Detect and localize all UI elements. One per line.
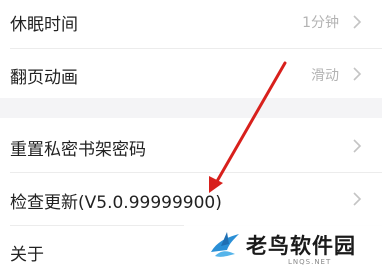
watermark: 老鸟软件园 LNQS.NET xyxy=(184,222,382,274)
page-flip-animation-label: 翻页动画 xyxy=(10,68,78,88)
page-flip-animation-row[interactable]: 翻页动画 滑动 xyxy=(0,50,382,96)
check-update-label: 检查更新(V5.0.99999900) xyxy=(10,193,222,213)
settings-screen: 休眠时间 1分钟 翻页动画 滑动 重置私密书架密码 检查更新(V5.0.9999… xyxy=(0,0,382,274)
watermark-url: LNQS.NET xyxy=(288,258,332,266)
chevron-right-icon xyxy=(350,66,364,82)
section-gap xyxy=(0,98,382,118)
sleep-time-row[interactable]: 休眠时间 1分钟 xyxy=(0,0,382,44)
row-divider xyxy=(10,48,382,49)
bird-logo-icon xyxy=(211,232,239,257)
sleep-time-value: 1分钟 xyxy=(302,15,339,31)
reset-private-bookshelf-password-row[interactable]: 重置私密书架密码 xyxy=(0,118,382,172)
chevron-right-icon xyxy=(350,138,364,154)
reset-password-label: 重置私密书架密码 xyxy=(10,140,146,160)
about-label: 关于 xyxy=(10,245,44,265)
sleep-time-label: 休眠时间 xyxy=(10,15,78,35)
page-flip-animation-value: 滑动 xyxy=(311,68,339,84)
watermark-text: 老鸟软件园 xyxy=(246,234,356,258)
chevron-right-icon xyxy=(350,191,364,207)
check-update-row[interactable]: 检查更新(V5.0.99999900) xyxy=(0,173,382,225)
chevron-right-icon xyxy=(350,14,364,30)
